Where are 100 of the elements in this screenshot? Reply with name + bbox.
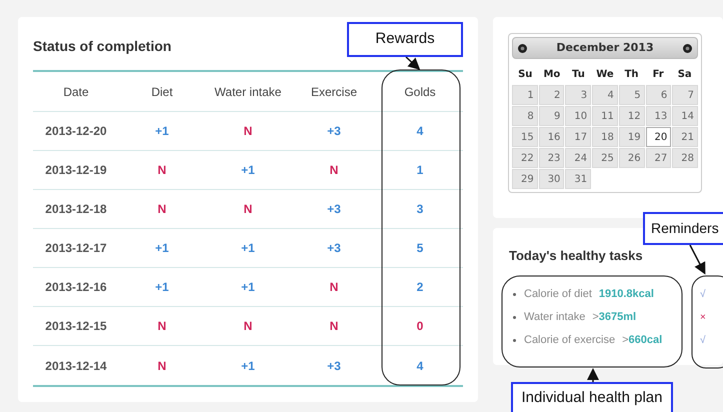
calendar-day[interactable]: 12 [618, 106, 645, 126]
table-cell: N [158, 163, 166, 177]
task-target: >3675ml [592, 310, 636, 326]
calendar-day[interactable]: 30 [538, 169, 564, 189]
calendar-day[interactable]: 13 [646, 106, 672, 126]
table-cell: +1 [241, 163, 255, 177]
calendar-day[interactable]: 14 [672, 106, 698, 126]
weekday-label: Fr [652, 69, 664, 80]
calendar-day[interactable]: 27 [646, 148, 672, 168]
calendar-day[interactable]: 18 [592, 127, 618, 147]
weekday-label: Th [624, 69, 639, 80]
weekday-label: Sa [678, 69, 692, 80]
table-cell: +3 [327, 358, 341, 372]
date-cell: 2013-12-20 [45, 124, 107, 138]
date-cell: 2013-12-17 [45, 241, 107, 255]
weekday-label: Su [518, 69, 532, 80]
column-header: Date [63, 84, 89, 98]
previous-month-icon[interactable] [518, 44, 527, 52]
card-title: Status of completion [33, 38, 172, 54]
arrow-drawing [587, 368, 599, 382]
callout-label: Reminders [643, 212, 723, 245]
table-cell: +1 [155, 280, 169, 294]
calendar-day[interactable]: 20 [646, 127, 672, 147]
callout-label: Rewards [347, 22, 463, 57]
calendar-day[interactable]: 5 [618, 85, 645, 105]
task-label: Calorie of exercise [524, 333, 616, 348]
table-cell: 4 [416, 358, 424, 372]
calendar-day[interactable]: 25 [592, 148, 618, 168]
task-target: >660cal [622, 333, 662, 348]
calendar-day[interactable]: 7 [672, 85, 698, 105]
weekday-label: Mo [543, 69, 560, 80]
column-header: Water intake [214, 84, 282, 98]
table-cell: N [244, 319, 252, 333]
table-cell: +3 [327, 241, 341, 255]
calendar-day[interactable]: 11 [592, 106, 618, 126]
calendar-day[interactable]: 17 [565, 127, 592, 147]
date-cell: 2013-12-19 [45, 163, 107, 177]
calendar-day[interactable]: 26 [618, 148, 645, 168]
date-cell: 2013-12-15 [45, 319, 107, 333]
calendar-day[interactable]: 6 [646, 85, 672, 105]
table-cell: +1 [155, 124, 169, 138]
table-cell: N [330, 280, 338, 294]
next-month-icon[interactable] [683, 44, 692, 52]
table-cell: 3 [416, 202, 424, 216]
calendar-day[interactable]: 22 [512, 148, 538, 168]
table-cell: 4 [416, 124, 424, 138]
column-header: Diet [151, 84, 173, 98]
calendar-day[interactable]: 31 [565, 169, 592, 189]
weekday-label: We [596, 69, 614, 80]
calendar-day[interactable]: 23 [538, 148, 564, 168]
calendar-day[interactable]: 8 [512, 106, 538, 126]
bullet-icon [513, 316, 516, 319]
calendar-day[interactable]: 10 [565, 106, 592, 126]
calendar-day[interactable]: 3 [565, 85, 592, 105]
calendar-day[interactable]: 15 [512, 127, 538, 147]
bullet-icon [513, 293, 516, 296]
callout-label: Individual health plan [511, 382, 673, 412]
column-header: Exercise [310, 84, 357, 98]
card-title: Today's healthy tasks [509, 248, 643, 263]
table-cell: 1 [416, 163, 424, 177]
arrow-drawing [406, 56, 420, 70]
calendar-day[interactable]: 4 [592, 85, 618, 105]
month-title: December 2013 [556, 40, 654, 56]
calendar-day[interactable]: 19 [618, 127, 645, 147]
date-cell: 2013-12-18 [45, 202, 107, 216]
calendar-day[interactable]: 2 [538, 85, 564, 105]
table-cell: +1 [241, 358, 255, 372]
table-cell: N [330, 163, 338, 177]
date-cell: 2013-12-16 [45, 280, 107, 294]
calendar-day[interactable]: 16 [538, 127, 564, 147]
table-cell: N [158, 202, 166, 216]
table-cell: +1 [241, 280, 255, 294]
column-header: Golds [404, 84, 436, 98]
table-cell: 5 [416, 241, 424, 255]
table-cell: +1 [241, 241, 255, 255]
calendar-day[interactable]: 1 [512, 85, 538, 105]
reminder-mark: √ [700, 334, 706, 348]
table-cell: N [158, 319, 166, 333]
calendar-day[interactable]: 28 [672, 148, 698, 168]
calendar-day[interactable]: 24 [565, 148, 592, 168]
table-cell: N [158, 358, 166, 372]
weekday-label: Tu [572, 69, 585, 80]
reminder-mark: √ [700, 288, 706, 302]
task-target: 1910.8kcal [598, 287, 654, 302]
table-cell: +3 [327, 202, 341, 216]
calendar-day[interactable]: 29 [512, 169, 538, 189]
table-cell: N [330, 319, 338, 333]
table-cell: N [244, 124, 252, 138]
task-label: Calorie of diet [524, 287, 592, 302]
calendar-day[interactable]: 9 [538, 106, 564, 126]
bullet-icon [513, 339, 516, 342]
date-cell: 2013-12-14 [45, 358, 107, 372]
table-cell: 0 [416, 319, 424, 333]
table-cell: 2 [416, 280, 424, 294]
task-label: Water intake [524, 310, 586, 326]
arrow-drawing [689, 244, 706, 275]
table-cell: +1 [155, 241, 169, 255]
table-cell: +3 [327, 124, 341, 138]
calendar-day[interactable]: 21 [672, 127, 698, 147]
table-cell: N [244, 202, 252, 216]
